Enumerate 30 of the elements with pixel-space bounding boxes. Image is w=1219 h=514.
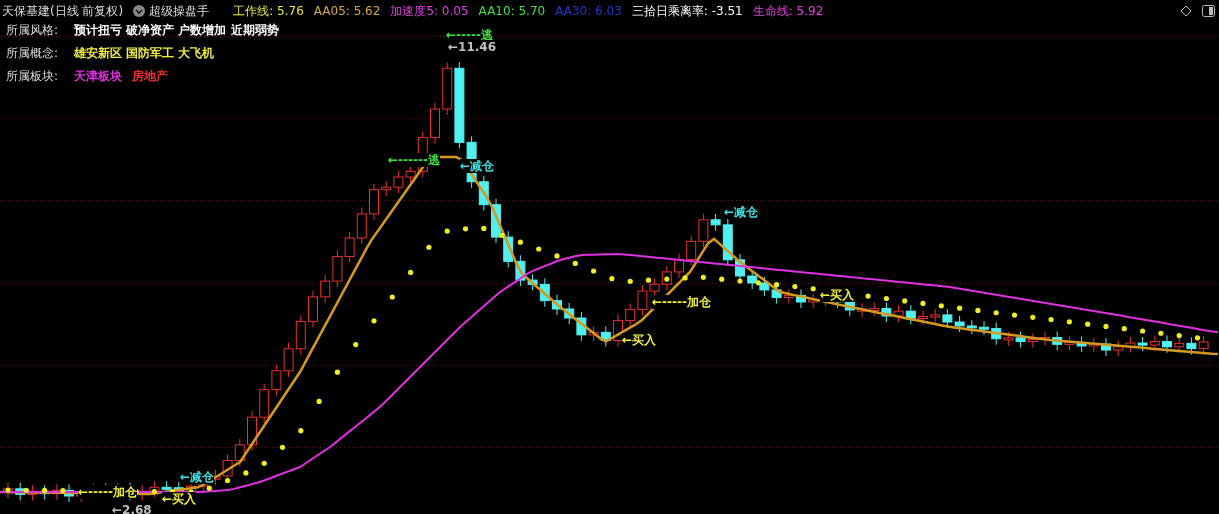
chart-annotation: ←-----加仓	[652, 295, 711, 309]
indicator-reading: 生命线: 5.92	[752, 2, 824, 20]
chart-annotation: ←------逃	[388, 153, 440, 167]
chart-annotation: ←买入	[622, 333, 657, 347]
chart-annotation: ←11.46	[448, 40, 496, 54]
info-tag: 预计扭亏 破净资产 户数增加 近期弱势	[74, 22, 279, 39]
info-tag: 天津板块	[74, 68, 122, 85]
indicator-reading: AA30: 6.03	[555, 4, 622, 18]
info-tag: 房地产	[132, 68, 168, 85]
indicator-reading: 三拾日乘离率: -3.51	[631, 2, 743, 20]
panel-icon[interactable]	[1202, 5, 1215, 17]
indicator-reading: AA10: 5.70	[478, 4, 546, 18]
chart-annotation: ←买入	[820, 288, 855, 302]
indicator-reading: AA05: 5.62	[313, 4, 381, 18]
info-label: 所属板块:	[6, 68, 60, 85]
dropdown-icon[interactable]	[133, 5, 146, 17]
indicator-reading: 工作线: 5.76	[233, 2, 304, 20]
chart-annotation: ←减仓	[180, 470, 215, 484]
chart-annotation: ←减仓	[724, 205, 759, 219]
info-label: 所属风格:	[6, 22, 60, 39]
indicator-name[interactable]: 超级操盘手	[149, 2, 210, 20]
stock-title: 天保基建(日线 前复权)	[2, 2, 124, 20]
info-tag: 雄安新区 国防军工 大飞机	[74, 45, 215, 62]
chart-annotation: ←买入	[162, 492, 197, 506]
info-label: 所属概念:	[6, 45, 60, 62]
indicator-reading: 加速度5: 0.05	[390, 2, 469, 20]
chart-annotation: ←-----加仓	[78, 485, 137, 499]
chart-annotation: ←减仓	[460, 159, 495, 173]
chart-annotation: ←2.68	[112, 503, 152, 514]
diamond-icon[interactable]	[1180, 5, 1192, 17]
